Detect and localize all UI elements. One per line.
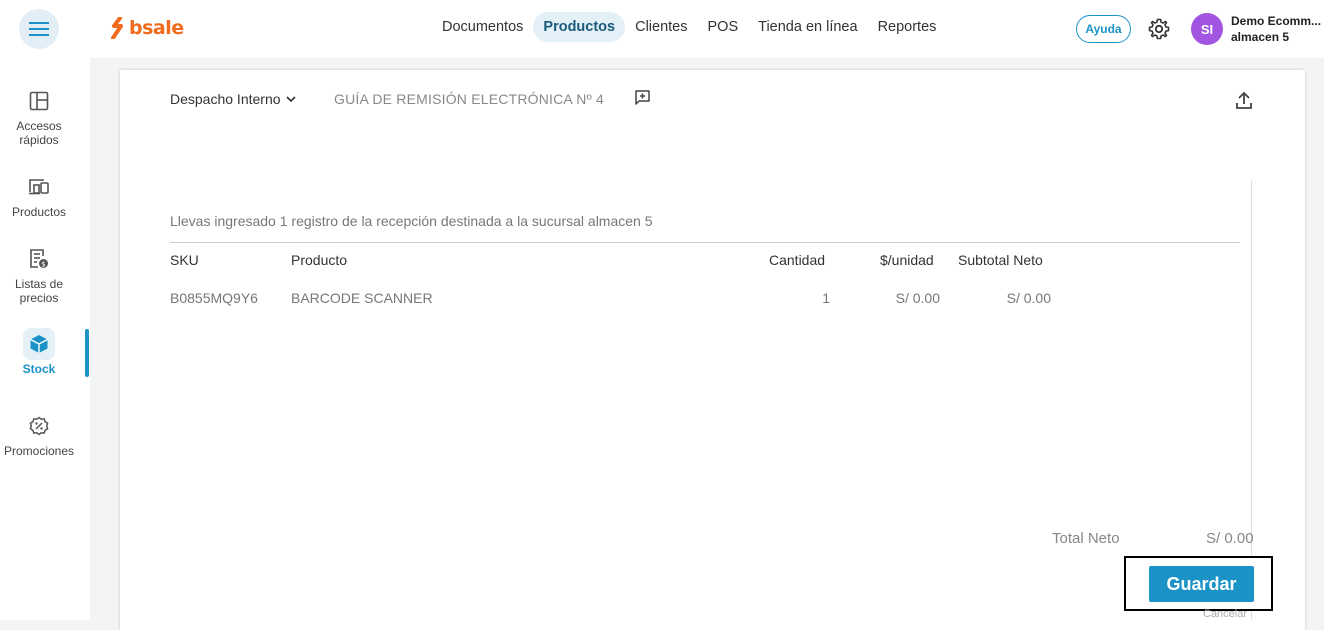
cell-subtotal: S/ 0.00 — [1006, 290, 1051, 306]
sidebar: Accesos rápidos Productos $ Listas de pr… — [0, 58, 90, 620]
cancel-link[interactable]: Cancelar — [1203, 608, 1247, 620]
chevron-down-icon — [285, 96, 296, 103]
user-branch: almacen 5 — [1231, 30, 1290, 44]
nav-tienda-en-linea[interactable]: Tienda en línea — [748, 12, 867, 42]
column-header-sku: SKU — [170, 252, 199, 268]
sidebar-label: Accesos — [16, 119, 62, 133]
column-header-quantity: Cantidad — [769, 252, 826, 268]
top-bar: bsale Documentos Productos Clientes POS … — [0, 0, 1324, 58]
brand-logo[interactable]: bsale — [110, 17, 184, 39]
brand-name: bsale — [129, 17, 184, 39]
sidebar-label: precios — [19, 291, 59, 305]
document-title: GUÍA DE REMISIÓN ELECTRÓNICA Nº 4 — [334, 91, 604, 107]
quick-access-icon — [29, 91, 49, 111]
bsale-logo-icon — [111, 17, 123, 39]
save-button[interactable]: Guardar — [1149, 566, 1254, 602]
sidebar-item-accesos-rapidos[interactable]: Accesos rápidos — [0, 85, 78, 147]
price-list-icon: $ — [30, 249, 48, 268]
sidebar-item-productos[interactable]: Productos — [0, 171, 78, 219]
nav-documentos[interactable]: Documentos — [432, 12, 533, 42]
column-header-subtotal: Subtotal Neto — [958, 252, 1043, 268]
gear-icon[interactable] — [1147, 17, 1171, 41]
nav-reportes[interactable]: Reportes — [868, 12, 947, 42]
document-type-label: Despacho Interno — [170, 91, 281, 107]
products-icon — [29, 179, 49, 195]
sidebar-item-stock[interactable]: Stock — [0, 328, 78, 376]
divider — [170, 242, 1240, 243]
cell-product: BARCODE SCANNER — [291, 290, 433, 306]
sidebar-label: Stock — [22, 362, 56, 376]
reception-info: Llevas ingresado 1 registro de la recepc… — [170, 213, 653, 229]
menu-toggle-button[interactable] — [19, 9, 59, 49]
cell-sku: B0855MQ9Y6 — [170, 290, 258, 306]
cell-unit-price: S/ 0.00 — [895, 290, 940, 306]
user-menu[interactable]: Demo Ecomm... almacen 5 — [1231, 13, 1324, 45]
svg-text:$: $ — [41, 260, 45, 268]
help-button[interactable]: Ayuda — [1076, 15, 1131, 43]
sidebar-item-listas-de-precios[interactable]: $ Listas de precios — [0, 243, 78, 305]
column-header-product: Producto — [291, 252, 348, 268]
total-neto-label: Total Neto — [1052, 530, 1120, 547]
hamburger-icon — [29, 22, 49, 36]
top-navigation: Documentos Productos Clientes POS Tienda… — [432, 12, 946, 42]
promotions-icon — [29, 416, 49, 436]
sidebar-label: Promociones — [3, 444, 75, 458]
sidebar-label: Listas de — [14, 277, 64, 291]
nav-clientes[interactable]: Clientes — [625, 12, 697, 42]
upload-icon[interactable] — [1234, 90, 1254, 110]
avatar[interactable]: SI — [1191, 13, 1223, 45]
stock-cube-icon — [30, 335, 48, 353]
user-name: Demo Ecomm... — [1231, 14, 1322, 28]
total-neto-value: S/ 0.00 — [1206, 530, 1254, 547]
divider-vertical — [1251, 180, 1252, 620]
comment-icon[interactable] — [634, 89, 651, 106]
active-indicator — [85, 329, 89, 377]
document-card: Despacho Interno GUÍA DE REMISIÓN ELECTR… — [120, 70, 1305, 630]
nav-productos[interactable]: Productos — [533, 12, 626, 42]
sidebar-label: Productos — [11, 205, 67, 219]
cell-quantity: 1 — [822, 290, 830, 306]
sidebar-label: rápidos — [19, 133, 59, 147]
sidebar-item-promociones[interactable]: Promociones — [0, 410, 78, 458]
nav-pos[interactable]: POS — [698, 12, 749, 42]
document-type-dropdown[interactable]: Despacho Interno — [170, 91, 297, 107]
column-header-unit-price: $/unidad — [880, 252, 934, 268]
